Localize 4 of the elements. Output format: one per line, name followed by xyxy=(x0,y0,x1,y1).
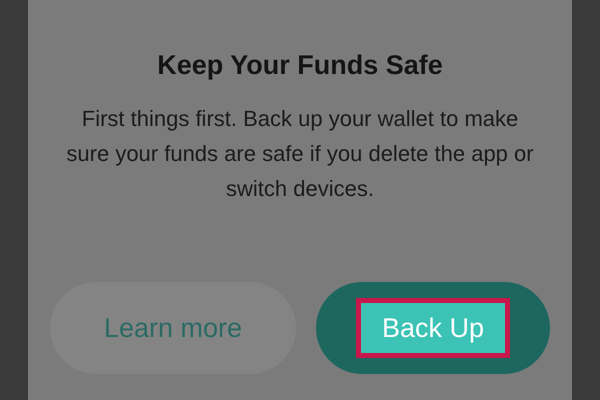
dialog-message: First things first. Back up your wallet to make sure your funds are safe if you delete the app or switch devices. xyxy=(65,105,535,203)
learn-more-button[interactable]: Learn more xyxy=(50,282,296,374)
dialog-title: Keep Your Funds Safe xyxy=(157,50,443,81)
back-up-button[interactable]: Back Up xyxy=(356,298,510,358)
